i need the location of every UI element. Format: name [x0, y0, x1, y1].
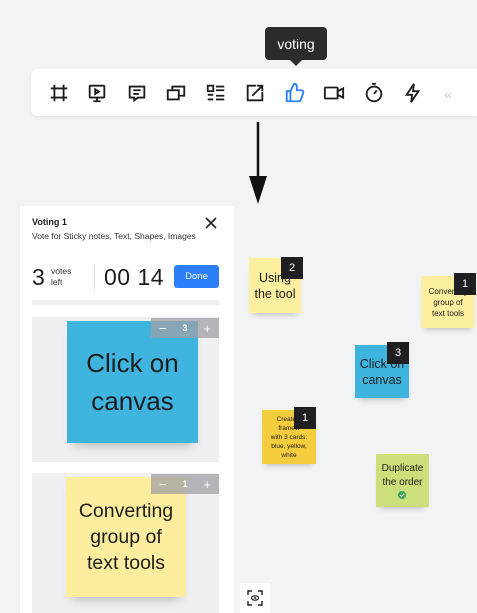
note-text-line: blue, yellow, — [271, 442, 307, 450]
vote-badge: 3 — [387, 342, 409, 364]
check-icon — [398, 491, 407, 499]
vote-stepper: − 1 + — [151, 474, 219, 494]
panel-title: Voting 1 — [32, 217, 67, 227]
presentation-icon[interactable] — [84, 80, 110, 106]
close-icon[interactable] — [203, 215, 219, 231]
vote-count: 1 — [182, 479, 188, 489]
vote-count: 3 — [182, 323, 188, 333]
export-icon[interactable] — [242, 80, 268, 106]
vote-stepper: − 3 + — [151, 318, 219, 338]
card-text-line: group of — [90, 526, 162, 548]
card-sticky-note: Converting group of text tools — [66, 477, 186, 597]
video-icon[interactable] — [321, 80, 347, 106]
frame-icon[interactable] — [46, 80, 72, 106]
card-sticky-note: Click on canvas — [67, 321, 198, 443]
votes-left-label: votes left — [51, 266, 71, 288]
focus-mode-button[interactable] — [240, 583, 270, 613]
note-text-line: Duplicate — [381, 463, 424, 474]
down-arrow — [249, 122, 267, 204]
note-text-line: text tools — [431, 308, 464, 318]
vote-badge: 1 — [294, 407, 316, 429]
vote-badge: 1 — [454, 273, 476, 295]
timer-icon[interactable] — [361, 80, 387, 106]
collapse-toolbar-button[interactable]: « — [444, 86, 452, 102]
vote-card[interactable]: Click on canvas − 3 + — [32, 317, 219, 462]
card-text-line: Click on — [86, 348, 179, 378]
vote-card[interactable]: Converting group of text tools − 1 + — [32, 473, 219, 613]
votes-left-count: 3 — [32, 264, 45, 290]
note-text-line: white — [281, 451, 297, 459]
panel-subtitle: Vote for Sticky notes, Text, Shapes, Ima… — [32, 231, 196, 241]
sticky-note[interactable]: Duplicate the order — [376, 454, 429, 507]
plus-button[interactable]: + — [203, 477, 211, 492]
cards-icon[interactable] — [163, 80, 189, 106]
divider — [94, 264, 95, 290]
comment-icon[interactable] — [124, 80, 150, 106]
tooltip-label: voting — [277, 35, 315, 52]
note-text-line: the tool — [254, 286, 296, 301]
note-text-line: the order — [382, 477, 423, 488]
card-separator — [32, 300, 219, 305]
lightning-icon[interactable] — [400, 80, 426, 106]
toolbar — [31, 69, 477, 116]
card-text-line: Converting — [78, 500, 174, 522]
votes-label-1: votes — [51, 266, 72, 276]
note-text-line: canvas — [362, 372, 402, 387]
voting-timer: 00 14 — [104, 264, 165, 290]
done-button[interactable]: Done — [174, 265, 219, 288]
focus-eye-icon — [247, 590, 263, 606]
minus-button[interactable]: − — [159, 477, 167, 492]
voting-panel: Voting 1 Vote for Sticky notes, Text, Sh… — [20, 206, 234, 613]
minus-button[interactable]: − — [159, 321, 167, 336]
list-icon[interactable] — [203, 80, 229, 106]
vote-badge: 2 — [281, 257, 303, 279]
card-text-line: canvas — [91, 386, 174, 416]
voting-tooltip: voting — [265, 27, 327, 66]
card-text-line: text tools — [86, 552, 166, 574]
thumbs-up-icon[interactable] — [282, 80, 308, 106]
votes-label-2: left — [51, 277, 63, 287]
toolbar-area: voting « — [0, 0, 477, 205]
note-text-line: group of — [433, 297, 463, 307]
note-text-line: with 3 cards: — [270, 433, 308, 441]
plus-button[interactable]: + — [203, 321, 211, 336]
